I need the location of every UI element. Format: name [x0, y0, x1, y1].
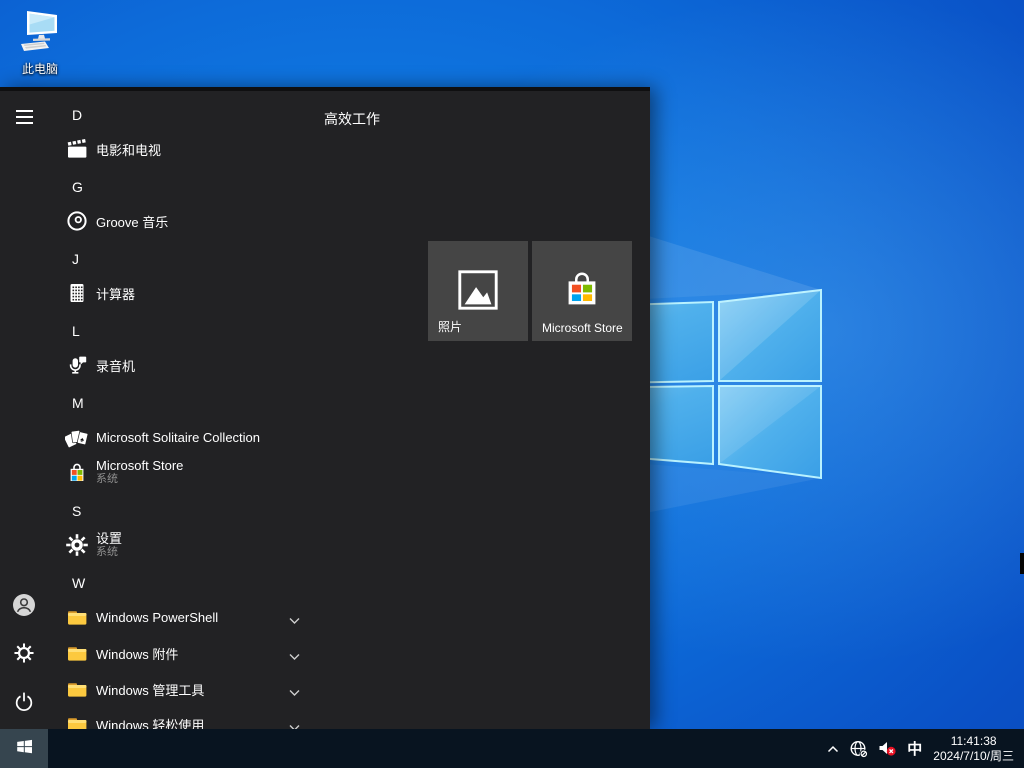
app-item-microsoft-store[interactable]: Microsoft Store 系统	[48, 453, 312, 491]
network-offline-icon[interactable]	[849, 729, 869, 768]
tile-label: 照片	[438, 318, 462, 335]
user-account-button[interactable]	[0, 585, 48, 629]
section-letter-W[interactable]: W	[48, 566, 312, 600]
section-letter-L[interactable]: L	[48, 314, 312, 348]
app-item-label: 计算器	[96, 284, 135, 303]
section-letter-label: M	[72, 395, 84, 411]
folder-item-windows-admin-tools[interactable]: Windows 管理工具	[48, 672, 312, 706]
chevron-down-icon[interactable]	[289, 649, 300, 664]
chevron-down-icon[interactable]	[289, 685, 300, 700]
start-button[interactable]	[0, 729, 48, 768]
app-item-solitaire[interactable]: ♠ Microsoft Solitaire Collection	[48, 420, 312, 454]
section-letter-label: G	[72, 179, 83, 195]
movies-tv-icon	[65, 137, 89, 161]
power-button[interactable]	[0, 682, 48, 726]
app-item-settings[interactable]: 设置 系统	[48, 526, 312, 564]
hamburger-icon	[16, 110, 33, 124]
app-item-sublabel: 系统	[96, 473, 183, 486]
folder-item-windows-powershell[interactable]: Windows PowerShell	[48, 600, 312, 634]
screen-edge-notch	[1020, 553, 1024, 574]
section-letter-G[interactable]: G	[48, 170, 312, 204]
folder-item-windows-accessories[interactable]: Windows 附件	[48, 636, 312, 670]
app-item-label: 设置	[96, 531, 122, 546]
app-item-sublabel: 系统	[96, 546, 122, 559]
section-letter-label: L	[72, 323, 80, 339]
rail-settings-button[interactable]	[0, 633, 48, 677]
clock-time: 11:41:38	[933, 734, 1014, 749]
microsoft-store-icon	[559, 267, 605, 318]
groove-music-icon	[65, 209, 89, 233]
app-item-label: 电影和电视	[96, 140, 161, 159]
desktop-icon-label: 此电脑	[12, 60, 68, 77]
section-letter-D[interactable]: D	[48, 98, 312, 132]
section-letter-label: W	[72, 575, 85, 591]
folder-item-label: Windows PowerShell	[96, 610, 218, 625]
taskbar-clock[interactable]: 11:41:38 2024/7/10/周三	[931, 734, 1016, 764]
tile-label: Microsoft Store	[542, 321, 623, 335]
section-letter-label: D	[72, 107, 82, 123]
voice-recorder-icon	[65, 353, 89, 377]
tile-photos[interactable]: 照片	[428, 241, 528, 341]
this-pc-icon	[15, 41, 65, 58]
folder-item-label: Windows 管理工具	[96, 680, 204, 699]
settings-gear-icon	[13, 642, 35, 669]
app-item-voice-recorder[interactable]: 录音机	[48, 348, 312, 382]
app-item-calculator[interactable]: 计算器	[48, 276, 312, 310]
settings-gear-icon	[65, 533, 89, 557]
clock-date: 2024/7/10/周三	[933, 749, 1014, 764]
app-item-label: Groove 音乐	[96, 212, 168, 231]
start-menu-panel: D 电影和电视 G Groove 音乐	[0, 87, 650, 729]
tile-microsoft-store[interactable]: Microsoft Store	[532, 241, 632, 341]
section-letter-label: J	[72, 251, 79, 267]
windows-logo-icon	[16, 738, 33, 760]
app-item-label: Microsoft Store	[96, 458, 183, 473]
calculator-icon	[65, 281, 89, 305]
ime-indicator[interactable]: 中	[907, 738, 922, 759]
app-item-label: Microsoft Solitaire Collection	[96, 430, 260, 445]
hidden-icons-chevron-icon[interactable]	[826, 729, 840, 768]
app-item-groove-music[interactable]: Groove 音乐	[48, 204, 312, 238]
volume-muted-icon[interactable]	[878, 729, 898, 768]
system-tray: 中 11:41:38 2024/7/10/周三	[826, 729, 1024, 768]
user-account-icon	[11, 592, 37, 623]
folder-icon	[65, 641, 89, 665]
microsoft-store-icon	[65, 460, 89, 484]
app-item-label: 录音机	[96, 356, 135, 375]
folder-icon	[65, 605, 89, 629]
section-letter-label: S	[72, 503, 81, 519]
folder-item-label: Windows 附件	[96, 644, 178, 663]
section-letter-S[interactable]: S	[48, 494, 312, 528]
desktop-icon-this-pc[interactable]: 此电脑	[12, 8, 68, 77]
solitaire-icon: ♠	[65, 425, 89, 449]
power-icon	[13, 691, 35, 718]
taskbar: 中 11:41:38 2024/7/10/周三	[0, 729, 1024, 768]
menu-expand-button[interactable]	[0, 100, 48, 133]
folder-icon	[65, 677, 89, 701]
chevron-down-icon[interactable]	[289, 613, 300, 628]
section-letter-J[interactable]: J	[48, 242, 312, 276]
section-letter-M[interactable]: M	[48, 386, 312, 420]
tile-group-header[interactable]: 高效工作	[324, 109, 380, 129]
photos-icon	[455, 267, 501, 318]
app-item-movies-tv[interactable]: 电影和电视	[48, 132, 312, 166]
